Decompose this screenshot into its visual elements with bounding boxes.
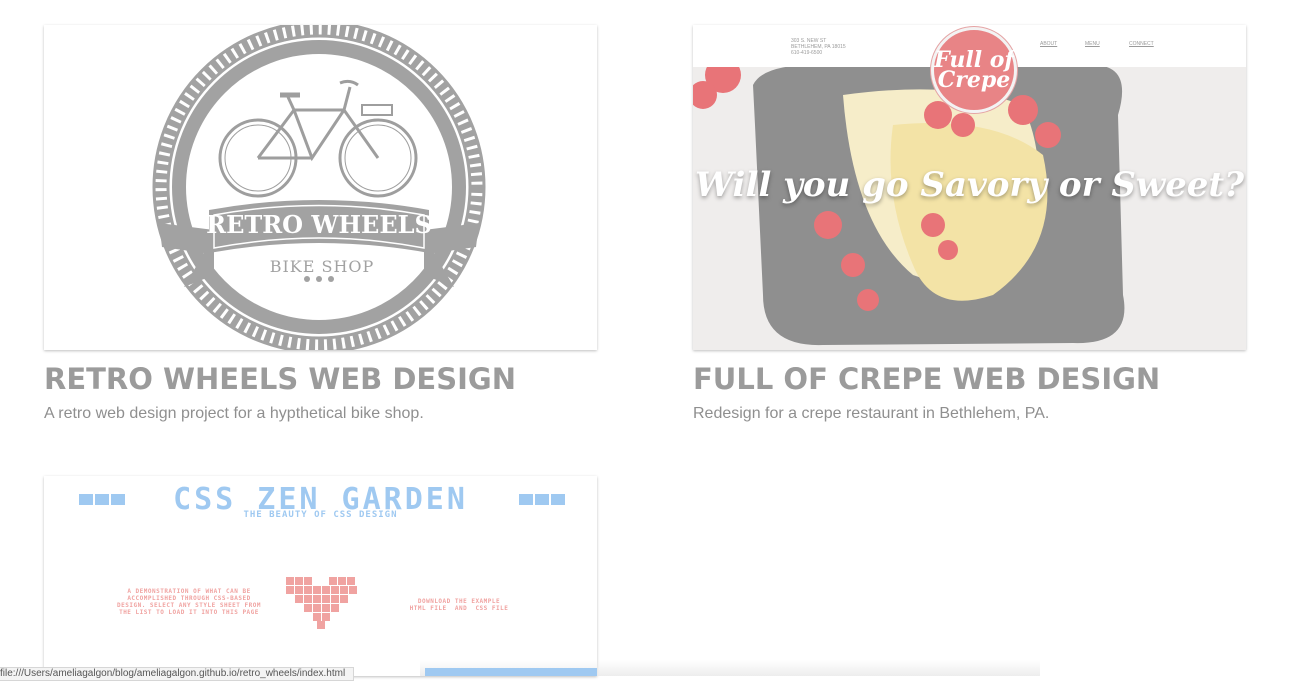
crepe-nav-connect: CONNECT [1129, 41, 1154, 47]
zen-garden-download-text: DOWNLOAD THE EXAMPLE HTML FILE AND CSS F… [409, 598, 509, 612]
project-link-full-of-crepe[interactable]: 303 S. NEW ST BETHLEHEM, PA 18015 610-41… [693, 25, 1246, 350]
zen-garden-footer-strip [425, 668, 597, 676]
project-card-full-of-crepe: 303 S. NEW ST BETHLEHEM, PA 18015 610-41… [693, 25, 1246, 424]
project-link-css-zen-garden[interactable]: CSS ZEN GARDEN THE BEAUTY OF CSS DESIGN … [44, 476, 597, 676]
zen-garden-subtitle: THE BEAUTY OF CSS DESIGN [243, 510, 398, 520]
project-description-full-of-crepe: Redesign for a crepe restaurant in Bethl… [693, 405, 1050, 422]
crepe-tagline: Will you go Savory or Sweet? [694, 165, 1245, 205]
full-of-crepe-logo: Full of Crepe [931, 27, 1017, 113]
browser-status-bar-url: file:///Users/ameliagalgon/blog/ameliaga… [0, 667, 355, 681]
project-card-retro-wheels: RETRO WHEELS BIKE SHOP RETRO WHEELS WEB … [44, 25, 597, 424]
crepe-address: 303 S. NEW ST BETHLEHEM, PA 18015 610-41… [791, 38, 846, 56]
project-thumbnail-retro-wheels[interactable]: RETRO WHEELS BIKE SHOP [44, 25, 597, 350]
project-title-full-of-crepe[interactable]: FULL OF CREPE WEB DESIGN [693, 362, 1246, 396]
project-card-css-zen-garden: CSS ZEN GARDEN THE BEAUTY OF CSS DESIGN … [44, 476, 597, 676]
retro-wheels-logo-text: RETRO WHEELS [206, 210, 432, 239]
project-thumbnail-full-of-crepe[interactable]: 303 S. NEW ST BETHLEHEM, PA 18015 610-41… [693, 25, 1246, 350]
retro-wheels-logo: RETRO WHEELS BIKE SHOP [152, 25, 486, 350]
pixel-heart-icon [286, 577, 357, 629]
project-title-retro-wheels[interactable]: RETRO WHEELS WEB DESIGN [44, 362, 597, 396]
project-description-retro-wheels: A retro web design project for a hypthet… [44, 405, 424, 422]
bicycle-icon [218, 79, 418, 198]
crepe-nav-menu: MENU [1085, 41, 1100, 47]
bike-shop-logo-text: BIKE SHOP [270, 257, 375, 276]
project-thumbnail-css-zen-garden[interactable]: CSS ZEN GARDEN THE BEAUTY OF CSS DESIGN … [44, 476, 597, 676]
crepe-nav-about: ABOUT [1040, 41, 1058, 47]
zen-garden-intro-text: A DEMONSTRATION OF WHAT CAN BE ACCOMPLIS… [117, 588, 261, 616]
project-link-retro-wheels[interactable]: RETRO WHEELS BIKE SHOP [44, 25, 597, 350]
